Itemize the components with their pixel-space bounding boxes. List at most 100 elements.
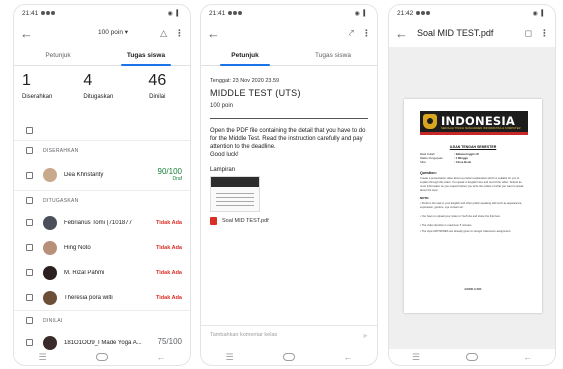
grade-display[interactable]: 75/100 [157,337,182,347]
recent-apps-icon[interactable]: ☰ [38,352,46,363]
send-icon[interactable]: ➤ [362,332,368,340]
section-header-handed-in: DISERAHKAN [14,140,190,160]
app-bar: ← Soal MID TEST.pdf ◻ ⋮ [389,22,555,44]
system-nav-bar: ☰ ← [14,349,190,365]
status-time: 21:41 [22,10,39,17]
status-time: 21:41 [209,10,226,17]
stat-label: Dinilai [149,94,166,100]
comment-placeholder: Tambahkan komentar kelas [210,332,278,338]
doc-meta: Mata Kuliah: Bahasa Inggris III Waktu Pe… [420,152,479,165]
doc-note-label: NOTE: [420,196,430,200]
student-checkbox[interactable] [26,219,33,226]
phone-screen-student-work: 21:41 ◉ ▍ ← 100 poin ▾ △ ⋮ Petunjuk Tuga… [13,4,191,366]
home-icon[interactable] [95,353,108,361]
signal-battery-icons: ◉ ▍ [354,11,369,17]
doc-note-item: • The video duration is maximum 5 minute… [420,224,473,227]
tab-instructions[interactable]: Petunjuk [201,46,289,66]
note-text: You have to upload your video to YouTube… [421,215,501,218]
signal-battery-icons: ◉ ▍ [532,11,547,17]
pdf-viewport[interactable]: INDONESIA SEKOLAH TINGGI MANAJEMEN INFOR… [389,47,555,349]
avatar [43,215,57,230]
tab-student-work[interactable]: Tugas siswa [102,46,190,66]
back-nav-icon[interactable]: ← [523,352,532,362]
home-icon[interactable] [465,353,478,361]
drive-folder-icon[interactable]: △ [160,28,167,38]
attachment-thumbnail[interactable] [210,176,260,213]
avatar [43,290,57,305]
recent-apps-icon[interactable]: ☰ [412,352,420,363]
notification-icons [41,10,56,17]
submission-stats: 1 Diserahkan 4 Ditugaskan 46 Dinilai [14,66,190,120]
grade-display[interactable]: 90/100 Draf [158,167,182,182]
meta-key: Sifat [420,160,426,165]
missing-status: Tidak Ada [156,244,182,251]
assignment-title: MIDDLE TEST (UTS) [210,88,301,98]
tab-instructions[interactable]: Petunjuk [14,46,102,65]
student-name: Dea Khristanty [64,172,104,178]
select-all-checkbox[interactable] [26,126,33,134]
attachment-file[interactable]: Soal MID TEST.pdf [210,217,368,226]
stat-value: 1 [22,72,31,89]
missing-status: Tidak Ada [156,219,182,226]
avatar [43,335,57,350]
select-all-row[interactable] [14,120,190,140]
grade-draft-label: Draf [172,175,182,182]
back-arrow-icon[interactable]: ← [395,27,409,40]
section-checkbox[interactable] [26,147,33,154]
grade-value: 75/100 [157,337,182,347]
system-nav-bar: ☰ ← [389,349,555,365]
more-options-icon[interactable]: ⋮ [540,28,549,39]
file-title: Soal MID TEST.pdf [417,28,494,38]
back-nav-icon[interactable]: ← [344,352,353,362]
stat-label: Ditugaskan [83,94,114,100]
notification-icons [228,10,243,17]
note-text: The video duration is maximum 5 minutes. [421,224,473,227]
banner-brand: INDONESIA [441,114,515,128]
note-text: Perform the task in your English and oth… [420,202,523,209]
points-dropdown[interactable]: 100 poin ▾ [98,28,128,36]
share-icon[interactable]: ⤤ [349,28,354,38]
tab-student-work[interactable]: Tugas siswa [289,46,377,65]
student-checkbox[interactable] [26,171,33,179]
student-name: Febrianus Tomi (7101877 [64,219,132,226]
student-row[interactable]: Dea Khristanty 90/100 Draf [14,160,190,190]
more-options-icon[interactable]: ⋮ [362,28,371,39]
back-arrow-icon[interactable]: ← [207,27,221,40]
emblem-icon [423,114,437,129]
student-checkbox[interactable] [26,294,33,301]
pdf-icon [210,217,217,226]
status-bar: 21:41 ◉ ▍ [201,5,377,22]
banner-subtitle: SEKOLAH TINGGI MANAJEMEN INFORMATIKA & K… [441,127,521,130]
recent-apps-icon[interactable]: ☰ [225,352,233,363]
section-label: DINILAI [43,317,63,324]
doc-signoff: GOOD LUCK [464,287,482,291]
student-row[interactable]: Theresia pora wilti Tidak Ada [14,285,190,310]
note-text: The topic ARTISPRES are already given to… [421,230,512,233]
meta-value: : Close Book [454,160,472,165]
student-checkbox[interactable] [26,339,33,346]
stat-value: 4 [83,72,93,89]
assignment-points: 100 poin [210,103,368,119]
student-row[interactable]: M. Rizal Pahmi Tidak Ada [14,260,190,285]
section-checkbox[interactable] [26,197,33,204]
app-bar: ← ⤤ ⋮ [201,22,377,44]
more-options-icon[interactable]: ⋮ [175,28,184,39]
student-row[interactable]: Hing Noto Tidak Ada [14,235,190,260]
institution-banner: INDONESIA SEKOLAH TINGGI MANAJEMEN INFOR… [420,111,528,135]
student-name: 181O1OO9_I Made Yoga A... [64,339,142,346]
stat-value: 46 [148,72,167,89]
back-arrow-icon[interactable]: ← [20,27,34,40]
student-checkbox[interactable] [26,244,33,251]
doc-note-item: • You have to upload your video to YouTu… [420,215,501,218]
student-row[interactable]: Febrianus Tomi (7101877 Tidak Ada [14,210,190,235]
class-comment-input[interactable]: Tambahkan komentar kelas ➤ [201,325,377,343]
section-checkbox[interactable] [26,317,33,324]
home-icon[interactable] [282,353,295,361]
open-external-icon[interactable]: ◻ [525,28,532,38]
section-label: DISERAHKAN [43,147,79,154]
signal-battery-icons: ◉ ▍ [167,11,182,17]
system-nav-bar: ☰ ← [201,349,377,365]
back-nav-icon[interactable]: ← [157,352,166,362]
doc-note-item: • Perform the task in your English and o… [420,202,523,209]
student-checkbox[interactable] [26,269,33,276]
